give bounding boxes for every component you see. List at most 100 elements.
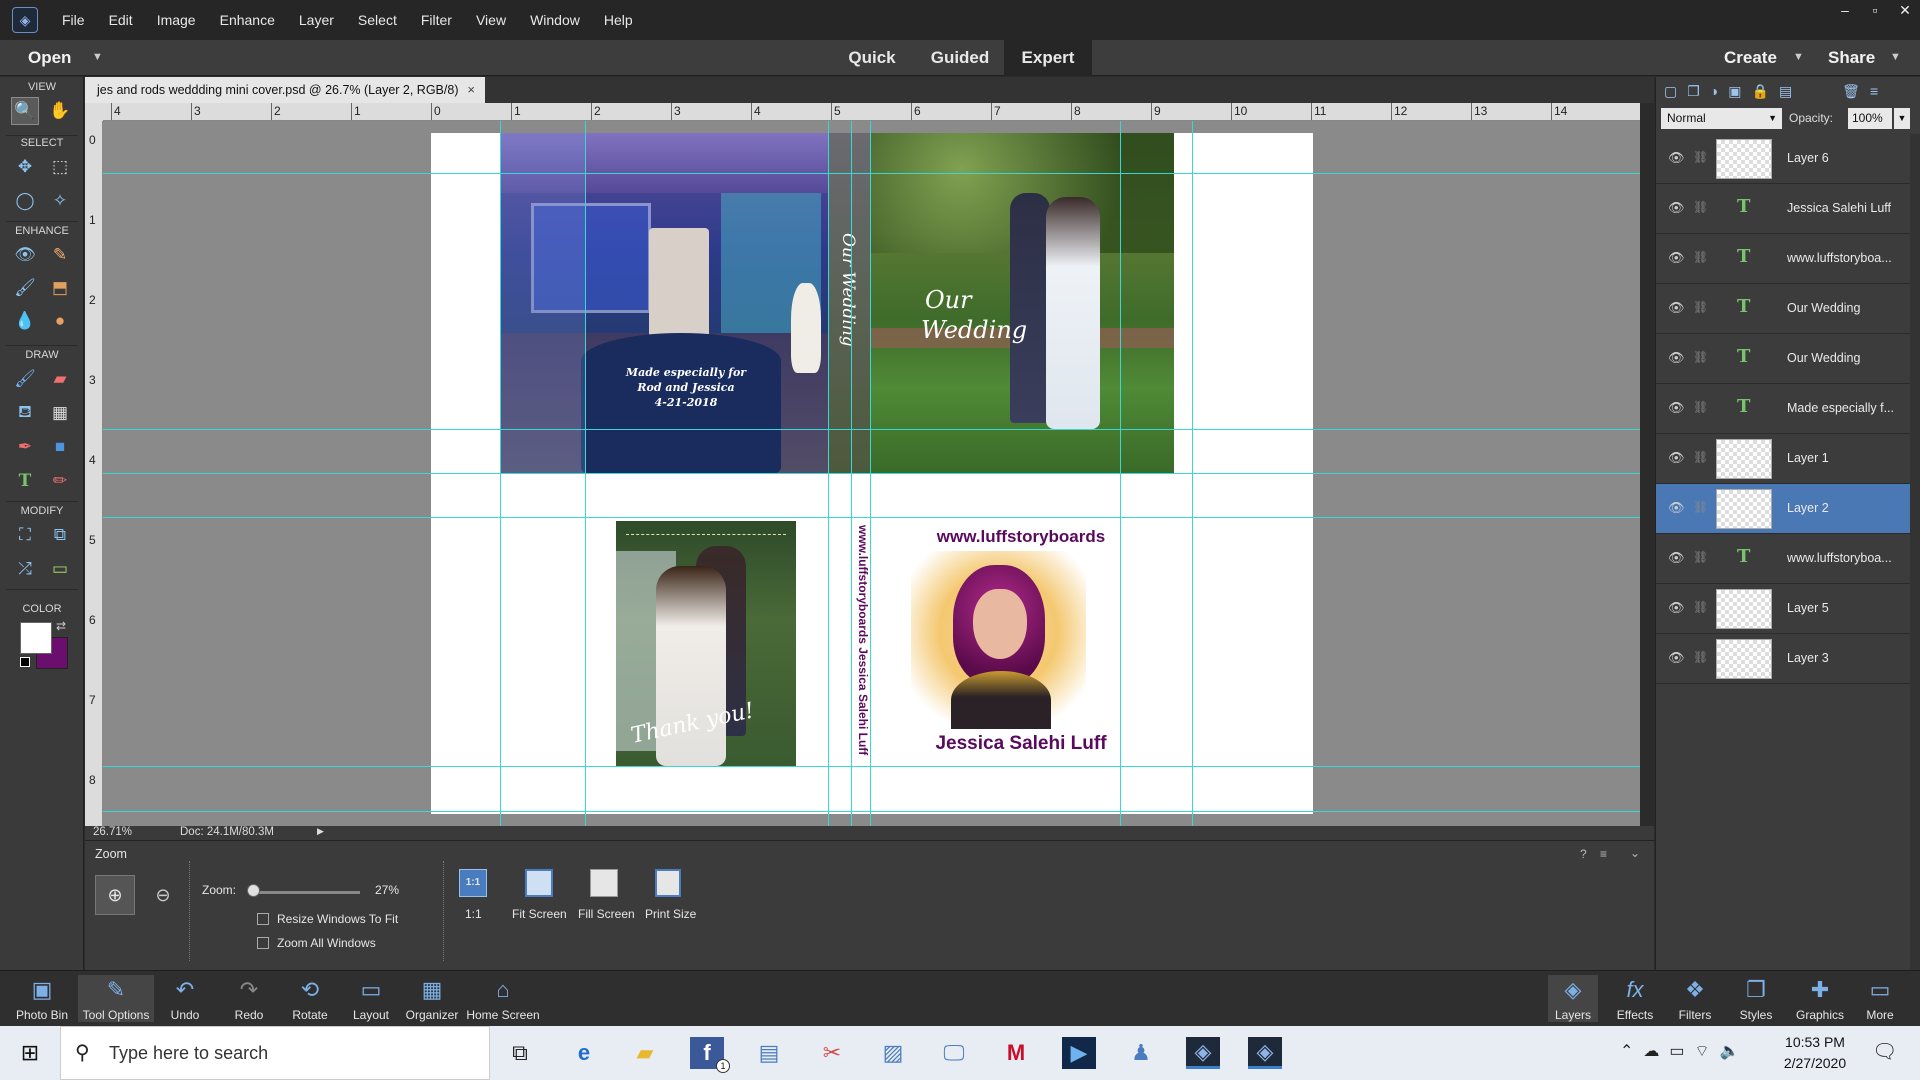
maximize-button[interactable]: ▫ (1860, 0, 1890, 20)
straighten-tool-icon[interactable]: ▭ (46, 555, 74, 583)
type-tool-icon[interactable]: T (11, 467, 39, 495)
link-icon[interactable]: ⛓ (1693, 550, 1708, 564)
layer-row[interactable]: 👁 ⛓ T Our Wedding (1656, 334, 1920, 384)
new-layer-icon[interactable]: ▢ (1664, 83, 1677, 100)
undo-button[interactable]: ↶ Undo (160, 975, 210, 1022)
layer-row[interactable]: 👁 ⛓ Layer 2 (1656, 484, 1920, 534)
menu-window[interactable]: Window (518, 12, 592, 28)
document-tab[interactable]: jes and rods weddding mini cover.psd @ 2… (85, 77, 485, 103)
layer-row[interactable]: 👁 ⛓ T Jessica Salehi Luff (1656, 184, 1920, 234)
menu-select[interactable]: Select (346, 12, 409, 28)
lock-transparency-icon[interactable]: ▤ (1779, 83, 1792, 100)
default-colors-icon[interactable] (20, 657, 30, 667)
guide-vertical[interactable] (1192, 121, 1193, 826)
photo-bin-button[interactable]: ▣ Photo Bin (10, 975, 74, 1022)
crop-tool-icon[interactable]: ⛶ (11, 521, 39, 549)
opacity-dropdown-icon[interactable]: ▼ (1894, 108, 1910, 129)
visibility-eye-icon[interactable]: 👁 (1668, 250, 1685, 266)
link-icon[interactable]: ⛓ (1693, 350, 1708, 364)
filters-panel-button[interactable]: ❖ Filters (1670, 975, 1720, 1022)
media-player-icon[interactable]: ▶ (1062, 1037, 1096, 1069)
pencil-tool-icon[interactable]: ✏ (46, 467, 74, 495)
paint-bucket-tool-icon[interactable]: ⛾ (11, 399, 39, 427)
menu-filter[interactable]: Filter (409, 12, 464, 28)
content-aware-move-tool-icon[interactable]: ⤮ (11, 555, 39, 583)
author-portrait[interactable] (911, 551, 1086, 729)
blend-mode-select[interactable]: Normal ▼ (1661, 108, 1782, 129)
taskbar-search[interactable]: ⚲ Type here to search (60, 1026, 490, 1080)
mcafee-icon[interactable]: M (999, 1037, 1033, 1069)
guide-horizontal[interactable] (103, 473, 1640, 474)
zoom-slider-track[interactable] (250, 891, 360, 894)
visibility-eye-icon[interactable]: 👁 (1668, 650, 1685, 666)
link-icon[interactable]: ⛓ (1693, 600, 1708, 614)
hand-tool-icon[interactable]: ✋ (46, 97, 74, 125)
eyedropper-tool-icon[interactable]: ✒ (11, 433, 39, 461)
share-menu[interactable]: Share (1828, 48, 1875, 68)
menu-enhance[interactable]: Enhance (208, 12, 287, 28)
link-icon[interactable]: ⛓ (1693, 650, 1708, 664)
task-view-icon[interactable]: ⧉ (503, 1037, 537, 1069)
graphics-panel-button[interactable]: ✚ Graphics (1792, 975, 1848, 1022)
action-center-icon[interactable]: 🗨 (1872, 1039, 1897, 1064)
home-screen-button[interactable]: ⌂ Home Screen (465, 975, 541, 1022)
healing-brush-tool-icon[interactable]: ✎ (46, 241, 74, 269)
minimize-button[interactable]: – (1830, 0, 1860, 20)
zoom-tool-icon[interactable]: 🔍 (11, 97, 39, 125)
photo-couple-garden[interactable]: Our Wedding (870, 133, 1174, 473)
visibility-eye-icon[interactable]: 👁 (1668, 450, 1685, 466)
photoshop-elements-editor-icon[interactable]: ◈ (1248, 1037, 1282, 1069)
shape-tool-icon[interactable]: ■ (46, 433, 74, 461)
print-size-label[interactable]: Print Size (645, 907, 696, 921)
sponge-tool-icon[interactable]: ● (46, 307, 74, 335)
fit-screen-icon[interactable] (525, 869, 553, 897)
effects-panel-button[interactable]: fx Effects (1610, 975, 1660, 1022)
tab-quick[interactable]: Quick (828, 40, 916, 76)
swap-colors-icon[interactable]: ⇄ (56, 619, 66, 633)
visibility-eye-icon[interactable]: 👁 (1668, 550, 1685, 566)
layer-row[interactable]: 👁 ⛓ Twww.luffstoryboa... (1656, 234, 1920, 284)
share-dropdown-icon[interactable]: ▼ (1890, 51, 1901, 63)
fill-screen-label[interactable]: Fill Screen (578, 907, 635, 921)
visibility-eye-icon[interactable]: 👁 (1668, 150, 1685, 166)
open-button[interactable]: Open (28, 48, 71, 68)
layer-row[interactable]: 👁 ⛓ Layer 5 (1656, 584, 1920, 634)
create-dropdown-icon[interactable]: ▼ (1793, 51, 1804, 63)
onedrive-icon[interactable]: ☁ (1643, 1041, 1659, 1061)
remote-desktop-icon[interactable]: 🖵 (937, 1037, 971, 1069)
photoshop-elements-icon[interactable]: ◈ (1186, 1037, 1220, 1069)
guide-horizontal[interactable] (103, 811, 1640, 812)
guide-vertical[interactable] (828, 121, 829, 826)
edge-icon[interactable]: e (567, 1037, 601, 1069)
marquee-tool-icon[interactable]: ⬚ (46, 153, 74, 181)
organizer-button[interactable]: ▦ Organizer (402, 975, 462, 1022)
battery-icon[interactable]: ▭ (1669, 1041, 1684, 1061)
zoom-in-button[interactable]: ⊕ (95, 875, 135, 915)
zoom-all-windows-checkbox[interactable] (257, 937, 269, 949)
snipping-tool-icon[interactable]: ✂ (815, 1037, 849, 1069)
layer-row[interactable]: 👁 ⛓ Layer 3 (1656, 634, 1920, 684)
tool-options-button[interactable]: ✎ Tool Options (78, 975, 154, 1022)
rotate-button[interactable]: ⟲ Rotate (285, 975, 335, 1022)
panel-options-icon[interactable]: ≡ (1870, 83, 1878, 99)
guide-vertical[interactable] (1120, 121, 1121, 826)
fill-screen-icon[interactable] (590, 869, 618, 897)
file-explorer-icon[interactable]: ▰ (628, 1037, 662, 1069)
foreground-color-swatch[interactable] (20, 622, 52, 654)
tab-expert[interactable]: Expert (1004, 40, 1092, 76)
status-menu-icon[interactable]: ▶ (317, 826, 324, 837)
layer-row[interactable]: 👁 ⛓ Layer 1 (1656, 434, 1920, 484)
brush-tool-icon[interactable]: 🖌 (11, 365, 39, 393)
actual-pixels-label[interactable]: 1:1 (465, 907, 482, 921)
guide-horizontal[interactable] (103, 517, 1640, 518)
eraser-tool-icon[interactable]: ▰ (46, 365, 74, 393)
collapse-icon[interactable]: ⌄ (1630, 846, 1640, 860)
print-size-icon[interactable] (655, 869, 681, 897)
guide-vertical[interactable] (585, 121, 586, 826)
menu-view[interactable]: View (464, 12, 518, 28)
scanner-app-icon[interactable]: ▤ (752, 1037, 786, 1069)
layout-button[interactable]: ▭ Layout (346, 975, 396, 1022)
redo-button[interactable]: ↷ Redo (224, 975, 274, 1022)
actual-pixels-icon[interactable]: 1:1 (459, 869, 487, 897)
guide-vertical[interactable] (870, 121, 871, 826)
